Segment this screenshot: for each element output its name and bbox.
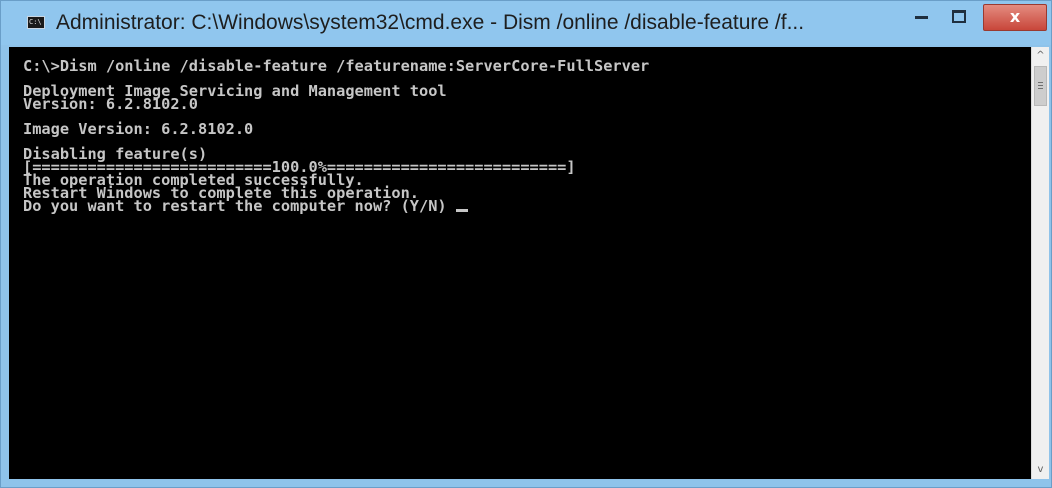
maximize-button[interactable] xyxy=(945,5,973,29)
minimize-button[interactable] xyxy=(909,7,935,29)
console-tool-version: Version: 6.2.8102.0 xyxy=(23,95,198,113)
close-icon: x xyxy=(1009,7,1021,26)
console-prompt-text: Do you want to restart the computer now?… xyxy=(23,197,447,215)
text-cursor xyxy=(455,209,468,212)
cmd-window: C:\ Administrator: C:\Windows\system32\c… xyxy=(0,0,1052,488)
console-prompt-line: Do you want to restart the computer now?… xyxy=(23,197,1031,215)
scroll-up-arrow-icon[interactable]: ^ xyxy=(1032,47,1049,65)
vertical-scrollbar[interactable]: ^ v xyxy=(1031,47,1049,479)
grip-line xyxy=(1038,82,1043,83)
console-command-line: C:\>Dism /online /disable-feature /featu… xyxy=(23,57,650,75)
grip-line xyxy=(1038,85,1043,86)
scroll-thumb[interactable] xyxy=(1034,66,1047,106)
maximize-icon xyxy=(952,10,966,23)
window-title: Administrator: C:\Windows\system32\cmd.e… xyxy=(56,11,805,34)
console-image-version: Image Version: 6.2.8102.0 xyxy=(23,120,254,138)
cmd-app-icon[interactable]: C:\ xyxy=(27,16,45,29)
console-output[interactable]: C:\>Dism /online /disable-feature /featu… xyxy=(9,47,1031,479)
grip-line xyxy=(1038,88,1043,89)
scroll-down-arrow-icon[interactable]: v xyxy=(1032,461,1049,479)
title-bar[interactable]: C:\ Administrator: C:\Windows\system32\c… xyxy=(1,1,1051,45)
close-button[interactable]: x xyxy=(983,4,1047,31)
console-client-area: C:\>Dism /online /disable-feature /featu… xyxy=(9,47,1049,479)
minimize-icon xyxy=(915,16,928,19)
